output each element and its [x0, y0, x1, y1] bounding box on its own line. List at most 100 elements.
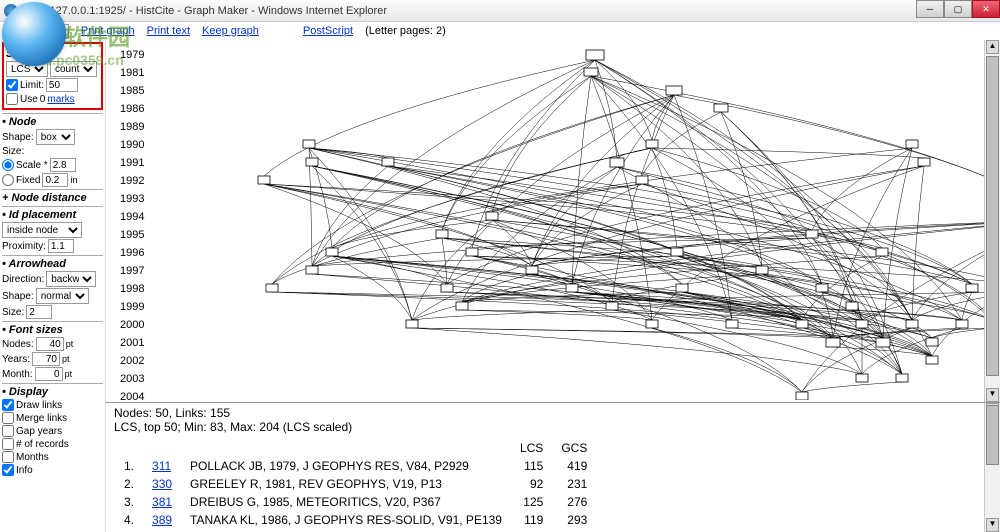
graph-node[interactable] [876, 338, 890, 347]
graph-node[interactable] [806, 230, 818, 238]
graph-node[interactable] [586, 50, 604, 60]
graph-node[interactable] [326, 248, 338, 256]
graph-node[interactable] [566, 284, 578, 292]
graph-node[interactable] [856, 374, 868, 382]
arrow-size-label: Size: [2, 307, 24, 318]
graph-node[interactable] [856, 320, 868, 328]
info-checkbox[interactable] [2, 464, 14, 476]
draw-links-checkbox[interactable] [2, 399, 14, 411]
scroll-down-icon[interactable]: ▼ [986, 388, 999, 402]
graph-node[interactable] [306, 158, 318, 166]
year-label: 2002 [120, 352, 144, 370]
graph-node[interactable] [726, 320, 738, 328]
display-title: Display [2, 386, 103, 398]
graph-node[interactable] [486, 212, 498, 220]
graph-node[interactable] [646, 140, 658, 148]
arrow-size-input[interactable] [26, 305, 52, 319]
fixed-input[interactable] [42, 173, 68, 187]
keep-graph-link[interactable]: Keep graph [202, 25, 259, 37]
postscript-link[interactable]: PostScript [303, 25, 353, 37]
graph-node[interactable] [926, 356, 938, 364]
graph-node[interactable] [382, 158, 394, 166]
months-checkbox[interactable] [2, 451, 14, 463]
graph-node[interactable] [826, 338, 840, 347]
fixed-radio[interactable] [2, 174, 14, 186]
node-shape-select[interactable]: box [36, 129, 75, 145]
scroll-thumb[interactable] [986, 56, 999, 376]
graph-node[interactable] [606, 302, 618, 310]
scale-input[interactable] [50, 158, 76, 172]
graph-node[interactable] [906, 320, 918, 328]
graph-node[interactable] [896, 374, 908, 382]
scroll-up-icon[interactable]: ▲ [986, 40, 999, 54]
proximity-input[interactable] [48, 239, 74, 253]
close-button[interactable]: ✕ [972, 0, 1000, 18]
scale-radio[interactable] [2, 159, 14, 171]
graph-node[interactable] [610, 158, 624, 167]
limit-checkbox[interactable] [6, 79, 18, 91]
graph-node[interactable] [406, 320, 418, 328]
graph-node[interactable] [258, 176, 270, 184]
graph-node[interactable] [266, 284, 278, 292]
graph-node[interactable] [466, 248, 478, 256]
limit-input[interactable] [46, 78, 78, 92]
records-checkbox[interactable] [2, 438, 14, 450]
use-label: Use [20, 94, 38, 105]
direction-label: Direction: [2, 274, 44, 285]
graph-node[interactable] [526, 266, 538, 274]
graph-node[interactable] [436, 230, 448, 238]
maximize-button[interactable]: ▢ [944, 0, 972, 18]
year-label: 1995 [120, 226, 144, 244]
scroll-down-icon[interactable]: ▼ [986, 518, 999, 532]
print-text-link[interactable]: Print text [147, 25, 190, 37]
marks-link[interactable]: marks [47, 94, 74, 105]
panel-scrollbar[interactable]: ▲ ▼ [984, 403, 1000, 532]
graph-node[interactable] [714, 104, 728, 112]
use-marks-checkbox[interactable] [6, 93, 18, 105]
graph-node[interactable] [671, 248, 683, 256]
scroll-thumb[interactable] [986, 405, 999, 465]
graph-node[interactable] [303, 140, 315, 148]
citation-id-link[interactable]: 389 [152, 513, 172, 527]
graph-node[interactable] [306, 266, 318, 274]
year-label: 1994 [120, 208, 144, 226]
graph-node[interactable] [846, 302, 858, 310]
graph-node[interactable] [456, 302, 468, 310]
graph-node[interactable] [876, 248, 888, 256]
graph-node[interactable] [441, 284, 453, 292]
graph-node[interactable] [918, 158, 930, 166]
citation-id-link[interactable]: 330 [152, 477, 172, 491]
info-panel: Nodes: 50, Links: 155 LCS, top 50; Min: … [106, 402, 1000, 532]
year-label: 2001 [120, 334, 144, 352]
graph-node[interactable] [926, 338, 938, 346]
font-nodes-input[interactable] [36, 337, 64, 351]
graph-node[interactable] [906, 140, 918, 148]
graph-node[interactable] [956, 320, 968, 328]
graph-node[interactable] [646, 320, 658, 328]
graph-node[interactable] [816, 284, 828, 292]
merge-links-checkbox[interactable] [2, 412, 14, 424]
table-row: 1.311 POLLACK JB, 1979, J GEOPHYS RES, V… [116, 458, 595, 474]
citation-id-link[interactable]: 311 [152, 459, 171, 473]
graph-node[interactable] [666, 86, 682, 95]
graph-node[interactable] [584, 68, 598, 76]
font-month-input[interactable] [35, 367, 63, 381]
citation-id-link[interactable]: 381 [152, 495, 172, 509]
graph-node[interactable] [966, 284, 978, 292]
id-placement-select[interactable]: inside node [2, 222, 82, 238]
print-graph-link[interactable]: Print graph [81, 25, 135, 37]
graph-node[interactable] [756, 266, 768, 274]
direction-select[interactable]: backward [46, 271, 96, 287]
graph-node[interactable] [796, 320, 808, 328]
arrow-shape-select[interactable]: normal [36, 288, 89, 304]
minimize-button[interactable]: ─ [916, 0, 944, 18]
node-distance-title[interactable]: + Node distance [2, 192, 103, 204]
graph-canvas[interactable]: 1979198119851986198919901991199219931994… [106, 40, 1000, 402]
node-size-label: Size: [2, 146, 24, 157]
graph-node[interactable] [676, 284, 688, 292]
gap-years-checkbox[interactable] [2, 425, 14, 437]
graph-node[interactable] [796, 392, 808, 400]
graph-node[interactable] [636, 176, 648, 184]
font-years-input[interactable] [32, 352, 60, 366]
graph-scrollbar[interactable]: ▲ ▼ [984, 40, 1000, 402]
